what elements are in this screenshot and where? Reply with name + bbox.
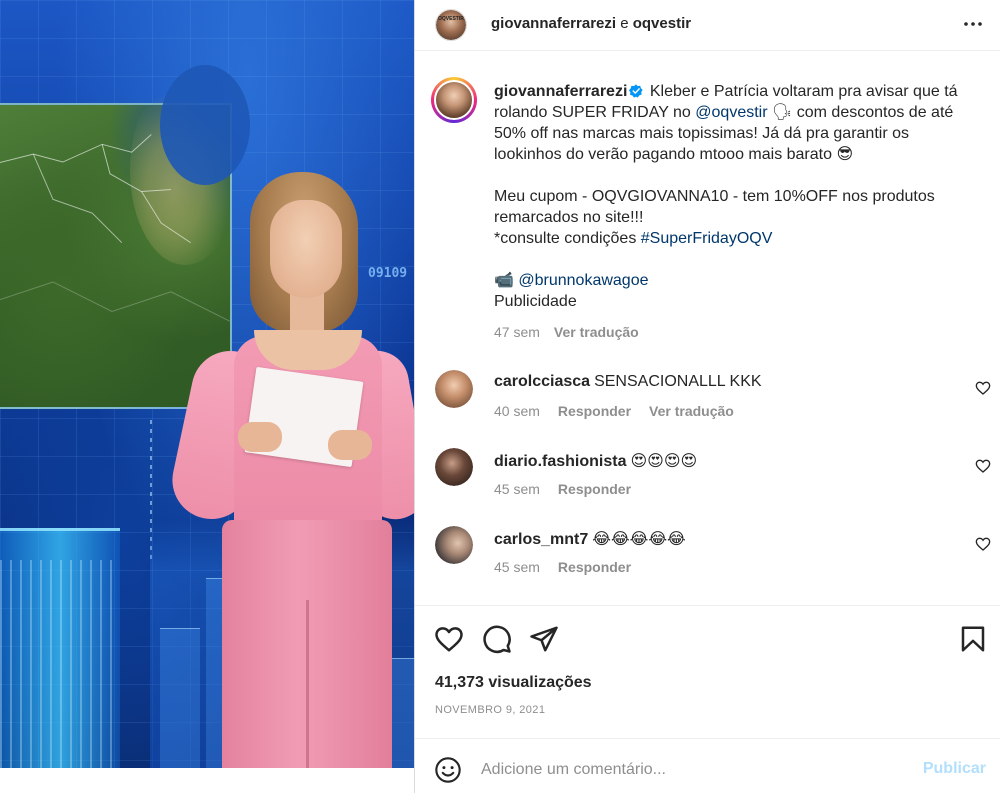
video-camera-icon: 📹 [494, 272, 514, 289]
caption-conditions-line: *consulte condições #SuperFridayOQV [494, 228, 974, 249]
comment-avatar[interactable] [435, 370, 473, 408]
comment-time[interactable]: 45 sem [494, 481, 540, 497]
reply-button[interactable]: Responder [558, 559, 631, 575]
mention-link[interactable]: @oqvestir [695, 104, 767, 121]
comment-username[interactable]: carolcciasca [494, 373, 590, 390]
authors-conjunction: e [616, 15, 633, 32]
comment-username[interactable]: diario.fashionista [494, 453, 626, 470]
presenter-face [270, 200, 342, 298]
coauthor-link[interactable]: oqvestir [633, 15, 691, 32]
presenter-hand-left [238, 422, 282, 452]
avatar-image [435, 370, 473, 408]
emoji-icon[interactable] [434, 756, 462, 784]
comment-body: diario.fashionista 😍😍😍😍 [494, 451, 697, 471]
post-caption: giovannaferrarezi Kleber e Patrícia volt… [494, 81, 974, 312]
comment-text: 😍😍😍😍 [630, 453, 698, 470]
comment-like-heart-icon[interactable] [975, 380, 991, 396]
comment-text: SENSACIONALLL KKK [594, 373, 762, 390]
comment-meta: 45 sem Responder [494, 559, 649, 575]
post-details-panel: OQVESTIR giovannaferrarezi e oqvestir gi… [414, 0, 1000, 793]
presenter-figure [165, 160, 414, 768]
more-options-button[interactable] [961, 12, 985, 36]
comment-avatar[interactable] [435, 526, 473, 564]
caption-coupon-line: Meu cupom - OQVGIOVANNA10 - tem 10%OFF n… [494, 188, 935, 226]
hologram-stripes [0, 560, 120, 768]
comment-body: carlos_mnt7 😂😂😂😂😂 [494, 529, 686, 549]
caption-avatar[interactable] [431, 77, 477, 123]
caption-username[interactable]: giovannaferrarezi [494, 83, 627, 100]
post-date: NOVEMBRO 9, 2021 [435, 704, 546, 716]
comment-meta: 45 sem Responder [494, 481, 649, 497]
divider [415, 605, 1000, 606]
avatar-image [435, 526, 473, 564]
caption-credit-line: 📹 @brunnokawagoe [494, 270, 974, 291]
credit-mention-link[interactable]: @brunnokawagoe [518, 272, 648, 289]
heart-icon[interactable] [434, 624, 464, 654]
comment-bubble-icon[interactable] [482, 624, 512, 654]
post-comment-button[interactable]: Publicar [923, 760, 986, 778]
paper-plane-icon[interactable] [529, 624, 559, 654]
caption-meta: 47 sem Ver tradução [494, 324, 653, 340]
presenter-hand-right [328, 430, 372, 460]
comment-time[interactable]: 45 sem [494, 559, 540, 575]
more-horizontal-icon [964, 22, 982, 26]
presenter-pants-seam [306, 600, 309, 768]
see-translation-button[interactable]: Ver tradução [554, 324, 639, 340]
caption-ad-label: Publicidade [494, 293, 577, 310]
header-avatar[interactable]: OQVESTIR [435, 9, 467, 41]
avatar-image [434, 80, 474, 120]
post-authors: giovannaferrarezi e oqvestir [491, 15, 691, 32]
divider [415, 50, 1000, 51]
comment-username[interactable]: carlos_mnt7 [494, 531, 588, 548]
comment-avatar[interactable] [435, 448, 473, 486]
comment-item: carolcciasca SENSACIONALLL KKK 40 sem Resp… [415, 370, 1000, 440]
reply-button[interactable]: Responder [558, 403, 631, 419]
comment-item: diario.fashionista 😍😍😍😍 45 sem Responder [415, 448, 1000, 518]
comment-like-heart-icon[interactable] [975, 536, 991, 552]
comment-input[interactable] [481, 756, 901, 784]
comment-meta: 40 sem Responder Ver tradução [494, 403, 752, 419]
caption-paragraph-1: giovannaferrarezi Kleber e Patrícia volt… [494, 81, 974, 165]
verified-badge-icon [629, 84, 644, 98]
reply-button[interactable]: Responder [558, 481, 631, 497]
post-header: OQVESTIR giovannaferrarezi e oqvestir [415, 0, 1000, 50]
comment-item: carlos_mnt7 😂😂😂😂😂 45 sem Responder [415, 526, 1000, 596]
divider [415, 738, 1000, 739]
conditions-text: *consulte condições [494, 230, 641, 247]
post-media[interactable]: 09109 [0, 0, 414, 768]
view-count[interactable]: 41,373 visualizações [435, 674, 592, 692]
hashtag-link[interactable]: #SuperFridayOQV [641, 230, 773, 247]
caption-time[interactable]: 47 sem [494, 324, 540, 340]
comment-like-heart-icon[interactable] [975, 458, 991, 474]
avatar-image [435, 448, 473, 486]
author-link[interactable]: giovannaferrarezi [491, 15, 616, 32]
comment-time[interactable]: 40 sem [494, 403, 540, 419]
avatar-image [436, 10, 466, 40]
bookmark-icon[interactable] [958, 624, 988, 654]
see-translation-button[interactable]: Ver tradução [649, 403, 734, 419]
comment-text: 😂😂😂😂😂 [592, 531, 686, 548]
comment-body: carolcciasca SENSACIONALLL KKK [494, 373, 762, 391]
avatar-brand-text: OQVESTIR [438, 16, 464, 22]
